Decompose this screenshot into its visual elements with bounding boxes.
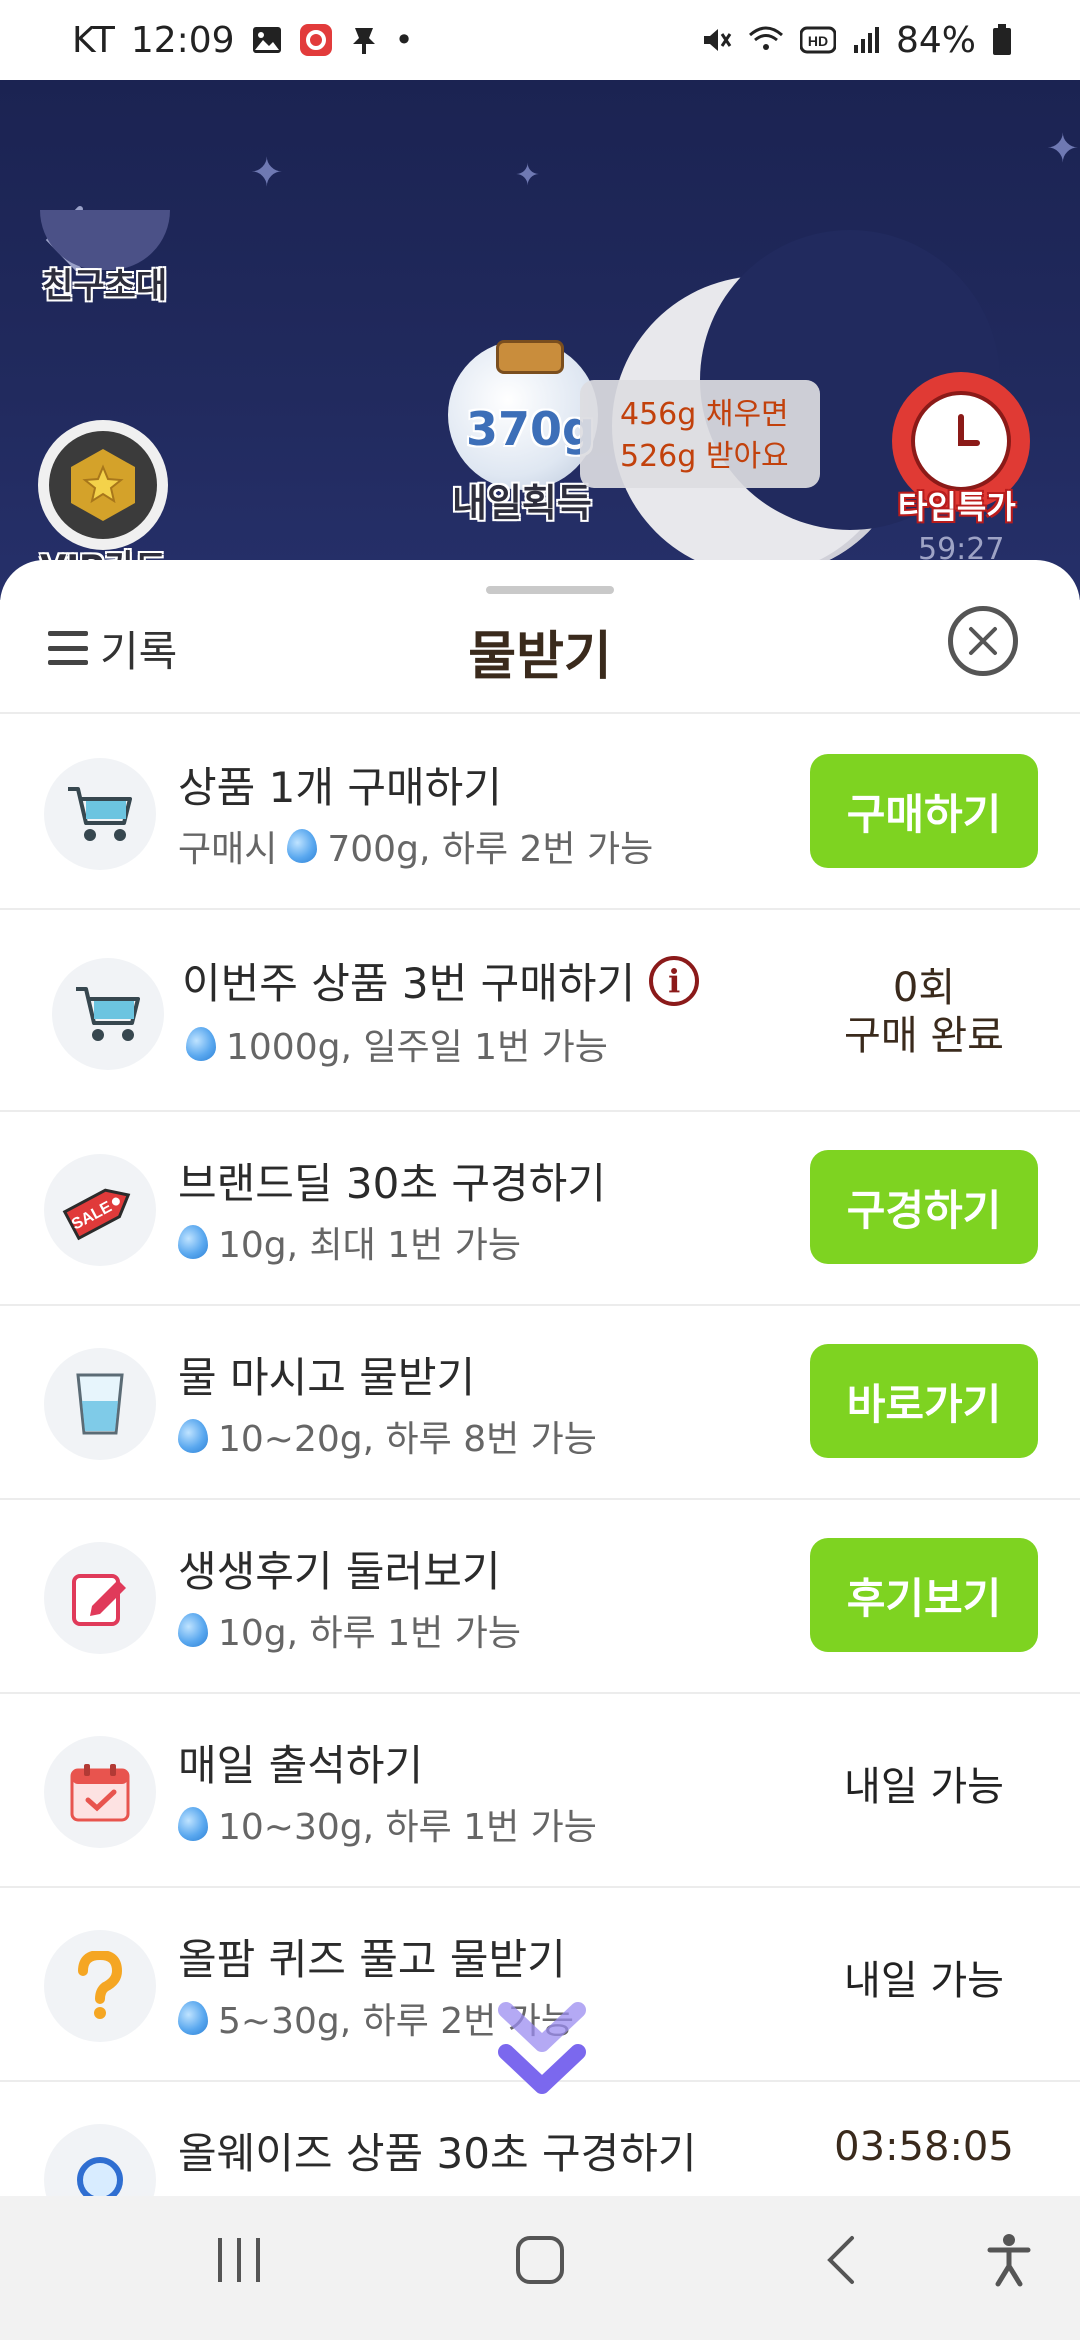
vip-card-button[interactable] [38,420,168,550]
available-tomorrow-status: 내일 가능 [844,1958,1004,2004]
signal-icon [852,25,880,55]
friend-invite-label[interactable]: 친구초대 [42,258,167,307]
browse-button[interactable]: 구경하기 [810,1150,1038,1264]
water-drop-icon [178,1613,208,1647]
task-reward: 1000g, 일주일 1번 가능 [186,1018,608,1070]
home-icon [516,2236,564,2284]
purchase-button[interactable]: 구매하기 [810,754,1038,868]
task-title: 올웨이즈 상품 30초 구경하기 [178,2129,697,2178]
go-button[interactable]: 바로가기 [810,1344,1038,1458]
reward-prefix: 구매시 [178,829,278,870]
task-row-attendance: 매일 출석하기 10~30g, 하루 1번 가능 내일 가능 [0,1694,1080,1888]
sale-tag-icon: SALE [44,1154,156,1266]
task-title: 매일 출석하기 [178,1741,424,1790]
reward-text: 10g, 최대 1번 가능 [218,1225,521,1266]
water-glass-icon [44,1348,156,1460]
status-bar: KT 12:09 • HD 84% [0,0,1080,80]
mute-icon [700,24,732,56]
reward-text: 10~20g, 하루 8번 가능 [218,1419,597,1460]
view-reviews-button[interactable]: 후기보기 [810,1538,1038,1652]
app-notification-icon [299,23,333,57]
jar-amount: 370g [466,402,595,456]
task-title: 상품 1개 구매하기 [178,763,502,812]
reward-text: 10g, 하루 1번 가능 [218,1613,521,1654]
info-icon[interactable]: i [649,955,700,1006]
reward-text: 700g, 하루 2번 가능 [327,829,654,870]
time-label: 12:09 [130,19,235,61]
task-row-drink-water: 물 마시고 물받기 10~20g, 하루 8번 가능 바로가기 [0,1306,1080,1500]
water-drop-icon [178,1225,208,1259]
cart-icon [44,758,156,870]
available-tomorrow-status: 내일 가능 [844,1764,1004,1810]
task-row-brand-deal: SALE 브랜드딜 30초 구경하기 10g, 최대 1번 가능 구경하기 [0,1112,1080,1306]
star-icon: ✦ [250,150,284,196]
sheet-header: 기록 물받기 [0,600,1080,714]
time-deal-label[interactable]: 타임특가 [898,482,1016,528]
vip-badge-icon [49,431,157,539]
goal-bubble: 456g 채우면 526g 받아요 [580,380,820,488]
reward-text: 10~30g, 하루 1번 가능 [218,1807,597,1848]
svg-text:HD: HD [808,33,828,49]
back-icon [827,2236,854,2284]
task-reward: 10g, 하루 1번 가능 [178,1604,521,1656]
task-list: 상품 1개 구매하기 구매시 700g, 하루 2번 가능 구매하기 이번주 상… [0,716,1080,2196]
task-row-reviews: 생생후기 둘러보기 10g, 하루 1번 가능 후기보기 [0,1500,1080,1694]
task-reward: 10g, 최대 1번 가능 [178,1216,521,1268]
task-row-purchase-one: 상품 1개 구매하기 구매시 700g, 하루 2번 가능 구매하기 [0,716,1080,910]
hd-icon: HD [799,26,836,54]
task-reward: 구매시 700g, 하루 2번 가능 [178,820,653,872]
goal-line-2: 526g 받아요 [620,439,789,474]
close-button[interactable] [948,606,1018,676]
accessibility-button[interactable] [986,2232,1032,2288]
accessibility-icon [987,2234,1031,2287]
dot-icon: • [394,21,414,59]
recent-apps-icon [218,2238,260,2282]
recent-apps-button[interactable] [214,2232,264,2288]
jar-lid [496,340,564,374]
water-drop-icon [178,2001,208,2035]
water-drop-icon [178,1807,208,1841]
question-icon [44,1930,156,2042]
water-drop-icon [178,1419,208,1453]
purchase-count-status: 0회 구매 완료 [800,964,1048,1060]
task-title: 물 마시고 물받기 [178,1353,476,1402]
task-title: 이번주 상품 3번 구매하기 i [182,950,700,1011]
pin-icon [349,24,379,56]
alarm-clock-icon [911,391,1011,491]
search-icon [44,2124,156,2196]
purchase-complete-label: 구매 완료 [844,1013,1004,1059]
star-icon: ✦ [1046,126,1080,172]
task-reward: 10~30g, 하루 1번 가능 [178,1798,597,1850]
image-icon [251,25,283,55]
task-title-text: 이번주 상품 3번 구매하기 [182,959,636,1008]
close-icon [969,627,997,655]
cart-icon [52,958,164,1070]
task-title: 생생후기 둘러보기 [178,1547,501,1596]
water-tasks-sheet: 기록 물받기 상품 1개 구매하기 구매시 700g, 하루 2번 가능 구매하… [0,560,1080,2196]
countdown-timer: 03:58:05 [834,2124,1014,2170]
task-title: 올팜 퀴즈 풀고 물받기 [178,1935,566,1984]
purchase-count: 0회 [892,965,956,1011]
sheet-title: 물받기 [468,627,612,687]
sheet-handle[interactable] [486,586,614,594]
wifi-icon [748,25,784,55]
calendar-check-icon [44,1736,156,1848]
tomorrow-gain-label: 내일획득 [452,481,592,525]
scroll-down-icon[interactable] [496,2000,588,2110]
task-row-purchase-three: 이번주 상품 3번 구매하기 i 1000g, 일주일 1번 가능 0회 구매 … [0,910,1080,1112]
home-button[interactable] [512,2232,568,2288]
task-reward: 10~20g, 하루 8번 가능 [178,1410,597,1462]
star-icon: ✦ [515,158,541,193]
task-title: 브랜드딜 30초 구경하기 [178,1159,606,1208]
water-drop-icon [287,829,318,863]
reward-text: 1000g, 일주일 1번 가능 [226,1027,608,1068]
battery-percent: 84% [895,19,976,61]
battery-icon [992,24,1012,56]
goal-line-1: 456g 채우면 [620,397,789,432]
water-drop-icon [186,1027,216,1061]
system-nav-bar [0,2196,1080,2340]
carrier-label: KT [72,19,115,61]
back-button[interactable] [822,2232,862,2288]
edit-note-icon [44,1542,156,1654]
